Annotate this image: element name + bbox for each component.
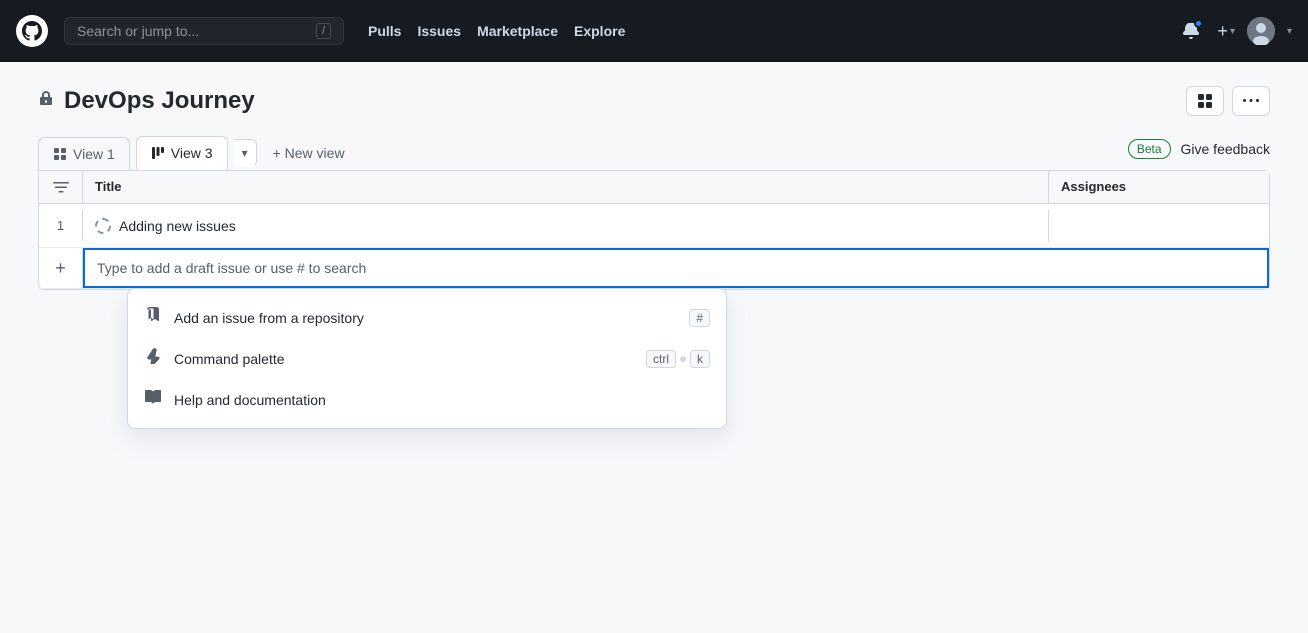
lock-icon (38, 91, 54, 112)
row-title-text: Adding new issues (119, 218, 236, 234)
tabs-left: View 1 View 3 ▾ + New view (38, 136, 357, 170)
tab-view1-label: View 1 (73, 146, 115, 162)
dropdown-help-label: Help and documentation (174, 392, 326, 408)
notification-dot (1194, 19, 1203, 28)
search-bar[interactable]: Search or jump to... / (64, 17, 344, 45)
navbar: Search or jump to... / Pulls Issues Mark… (0, 0, 1308, 62)
filter-icon-header[interactable] (39, 171, 83, 203)
board-icon (151, 146, 165, 160)
avatar-caret[interactable]: ▾ (1287, 26, 1292, 37)
dropdown-add-issue[interactable]: Add an issue from a repository # (128, 297, 726, 338)
dropdown-menu: Add an issue from a repository # (127, 288, 727, 429)
dropdown-item-left: Add an issue from a repository (144, 307, 364, 328)
tabs-row: View 1 View 3 ▾ + New view Beta Give fee… (38, 136, 1270, 170)
repo-icon (144, 307, 162, 328)
search-placeholder: Search or jump to... (77, 23, 199, 39)
layout-button[interactable] (1186, 86, 1224, 116)
shortcut-dot (680, 356, 686, 362)
user-avatar[interactable] (1247, 17, 1275, 45)
project-header: DevOps Journey (38, 86, 1270, 116)
shortcut-hash: # (689, 309, 710, 327)
dropdown-command-palette[interactable]: Command palette ctrl k (128, 338, 726, 379)
draft-issue-input[interactable] (83, 248, 1269, 288)
table-header: Title Assignees (39, 171, 1269, 204)
row-number: 1 (39, 210, 83, 241)
dropdown-item-left: Help and documentation (144, 389, 326, 410)
shortcut-ctrl: ctrl (646, 350, 676, 368)
zap-icon (144, 348, 162, 369)
table-row: 1 Adding new issues (39, 204, 1269, 248)
add-issue-shortcut: # (689, 309, 710, 327)
dropdown-item-left: Command palette (144, 348, 285, 369)
row-title: Adding new issues (83, 210, 1049, 242)
col-title: Title (83, 171, 1049, 203)
navbar-links: Pulls Issues Marketplace Explore (368, 19, 625, 43)
dropdown-add-issue-label: Add an issue from a repository (174, 310, 364, 326)
navbar-link-explore[interactable]: Explore (574, 19, 625, 43)
more-options-button[interactable] (1232, 86, 1270, 116)
add-plus-button[interactable]: + (39, 248, 83, 288)
tab-view3[interactable]: View 3 (136, 136, 228, 170)
navbar-right: + ▾ ▾ (1177, 17, 1292, 45)
table-icon (53, 147, 67, 161)
main-content: DevOps Journey (14, 62, 1294, 290)
shortcut-k: k (690, 350, 710, 368)
project-actions (1186, 86, 1270, 116)
project-title: DevOps Journey (64, 87, 255, 115)
add-row: + Add an issue from a repository (39, 248, 1269, 289)
dropdown-help[interactable]: Help and documentation (128, 379, 726, 420)
notifications-bell[interactable] (1177, 17, 1205, 45)
navbar-link-pulls[interactable]: Pulls (368, 19, 401, 43)
tabs-right: Beta Give feedback (1128, 139, 1270, 167)
row-assignees (1049, 218, 1269, 234)
new-view-label: + New view (273, 145, 345, 161)
project-title-row: DevOps Journey (38, 87, 255, 115)
beta-badge: Beta (1128, 139, 1171, 159)
tab-view1[interactable]: View 1 (38, 137, 130, 170)
search-kbd: / (316, 23, 331, 39)
tab-view3-dropdown[interactable]: ▾ (234, 139, 257, 167)
give-feedback-link[interactable]: Give feedback (1181, 141, 1271, 157)
command-palette-shortcut: ctrl k (646, 350, 710, 368)
navbar-link-marketplace[interactable]: Marketplace (477, 19, 558, 43)
add-input-wrapper: Add an issue from a repository # (83, 248, 1269, 288)
create-button[interactable]: + ▾ (1217, 21, 1235, 42)
draft-icon (95, 218, 111, 234)
tab-view3-label: View 3 (171, 145, 213, 161)
dropdown-command-palette-label: Command palette (174, 351, 285, 367)
col-assignees: Assignees (1049, 171, 1269, 203)
new-view-button[interactable]: + New view (261, 137, 357, 169)
github-logo[interactable] (16, 15, 48, 47)
navbar-link-issues[interactable]: Issues (417, 19, 461, 43)
book-icon (144, 389, 162, 410)
table-container: Title Assignees 1 Adding new issues + (38, 170, 1270, 290)
